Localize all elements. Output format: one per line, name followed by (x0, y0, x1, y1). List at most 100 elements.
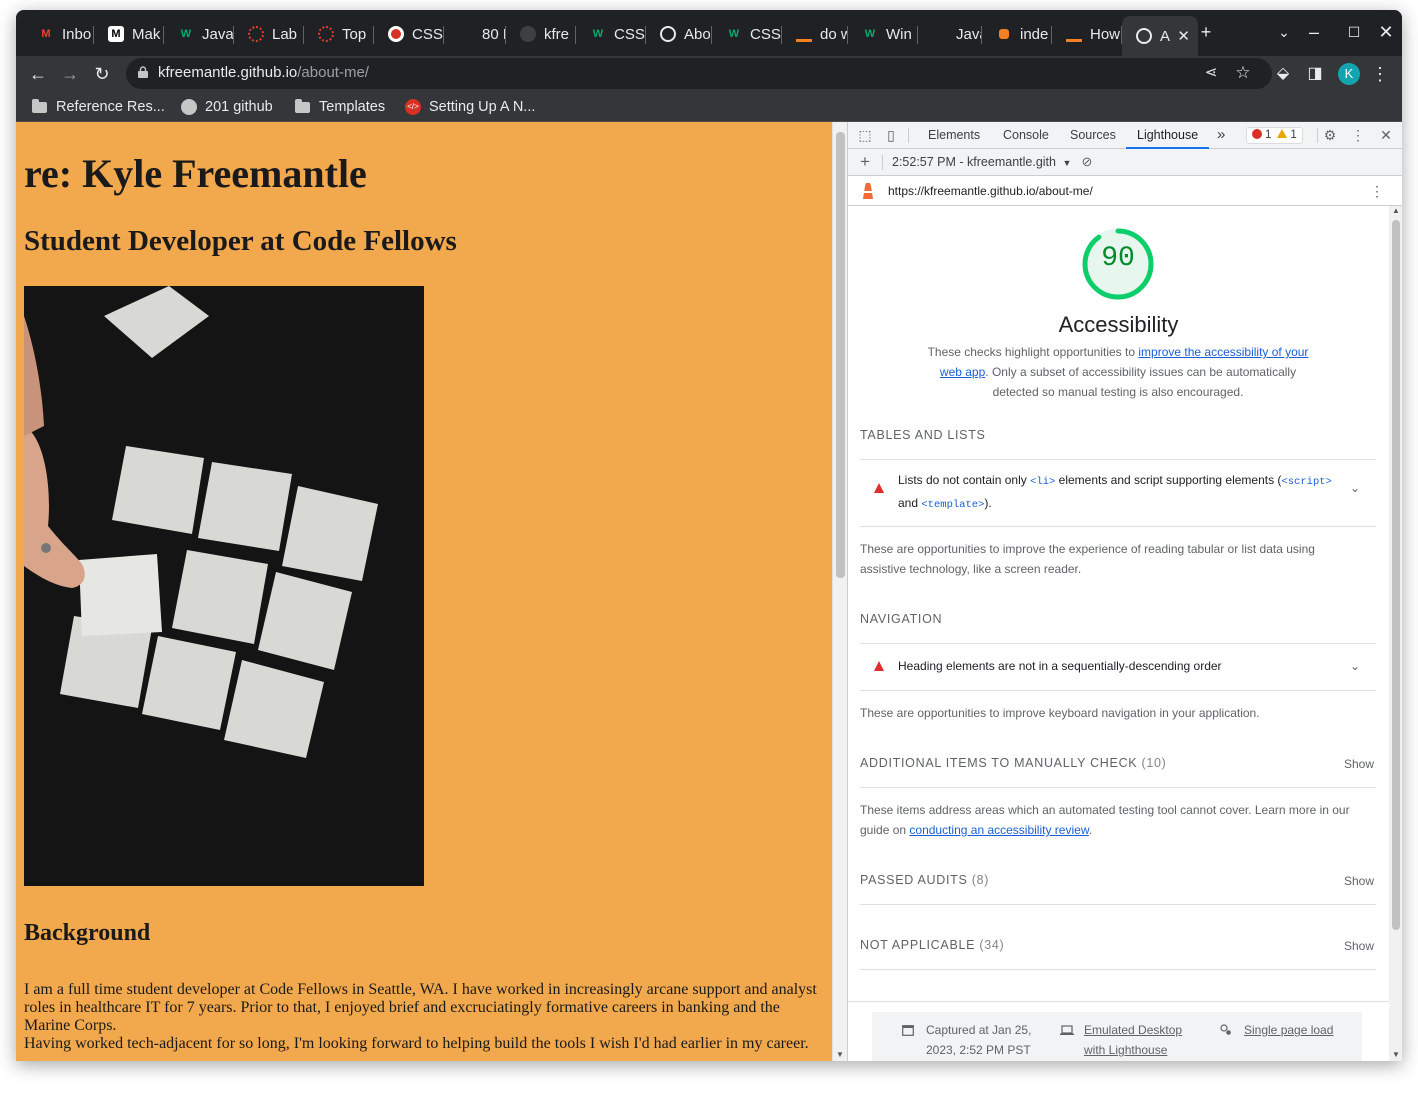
reload-icon[interactable]: ↻ (89, 61, 115, 87)
minimize-icon[interactable]: – (1302, 20, 1326, 44)
device-toolbar-icon[interactable]: ▯ (882, 126, 900, 144)
gmail-icon: M (41, 28, 51, 40)
browser-tab[interactable]: W Java (164, 20, 234, 48)
divider (860, 690, 1376, 691)
dropdown-caret-icon: ▼ (1062, 158, 1072, 168)
tab-search-chevron-icon[interactable]: ⌄ (1272, 20, 1296, 44)
tab-label: A (1160, 27, 1171, 45)
manual-show-button[interactable]: Show (1344, 757, 1374, 771)
divider (860, 643, 1376, 644)
audit-text: elements and script supporting elements … (1055, 473, 1282, 487)
side-panel-icon[interactable]: ◨ (1302, 61, 1328, 87)
tab-label: CSS (614, 25, 645, 43)
browser-tab[interactable]: How (1052, 20, 1122, 48)
audit-text: ). (984, 496, 992, 510)
scroll-down-arrow-icon[interactable]: ▼ (1392, 1050, 1400, 1059)
scroll-up-arrow-icon[interactable]: ▲ (1392, 206, 1400, 215)
browser-tab[interactable]: Top (304, 20, 374, 48)
bookmark-201-github[interactable]: 201 github (181, 96, 273, 118)
w3-icon: W (728, 28, 740, 40)
close-window-icon[interactable]: ✕ (1374, 20, 1398, 44)
browser-tab[interactable]: Lab (234, 20, 304, 48)
bookmark-setting-up[interactable]: </> Setting Up A N... (405, 96, 535, 118)
browser-tab[interactable]: Java (918, 20, 982, 48)
dark-icon (932, 26, 948, 42)
accessibility-review-link[interactable]: conducting an accessibility review (909, 823, 1088, 837)
audit-heading-order[interactable]: Heading elements are not in a sequential… (860, 656, 1376, 678)
audit-text: Lists do not contain only (898, 473, 1031, 487)
address-bar[interactable]: kfreemantle.github.io/about-me/ ⋖ ☆ (126, 58, 1272, 89)
settings-gear-icon[interactable]: ⚙ (1321, 126, 1339, 144)
folder-icon (295, 98, 310, 113)
browser-tab[interactable]: do w (782, 20, 848, 48)
report-scrollbar-thumb[interactable] (1392, 220, 1400, 930)
w3-icon: W (864, 28, 876, 40)
group-not-applicable-title[interactable]: NOT APPLICABLE (34) (860, 938, 1004, 952)
report-scrollbar[interactable]: ▲ ▼ (1389, 206, 1402, 1061)
chevron-down-icon[interactable]: ⌄ (1350, 656, 1360, 677)
group-passed-title[interactable]: PASSED AUDITS (8) (860, 873, 989, 887)
group-manual-title[interactable]: ADDITIONAL ITEMS TO MANUALLY CHECK (10) (860, 756, 1167, 770)
page-scrollbar[interactable]: ▼ (832, 122, 847, 1061)
browser-tab[interactable]: Abo (646, 20, 712, 48)
inspect-element-icon[interactable]: ⬚ (856, 126, 874, 144)
report-url-bar: https://kfreemantle.github.io/about-me/ … (848, 176, 1402, 206)
extensions-puzzle-icon[interactable]: ⬙ (1270, 61, 1296, 87)
more-tabs-button[interactable]: » (1217, 122, 1225, 149)
tab-label: Java (202, 25, 234, 43)
profile-avatar[interactable]: K (1338, 63, 1360, 85)
report-url[interactable]: https://kfreemantle.github.io/about-me/ (888, 184, 1093, 198)
tab-elements[interactable]: Elements (928, 122, 980, 149)
report-select[interactable]: 2:52:57 PM - kfreemantle.gith ▼ (892, 155, 1071, 169)
bookmark-reference-folder[interactable]: Reference Res... (32, 96, 165, 118)
bookmark-templates-folder[interactable]: Templates (295, 96, 385, 118)
forward-arrow-icon[interactable]: → (57, 61, 83, 87)
browser-tab[interactable]: M Mak (94, 20, 164, 48)
new-report-plus-icon[interactable]: + (856, 153, 874, 171)
background-heading: Background (24, 920, 151, 946)
group-tables-description: These are opportunities to improve the e… (860, 542, 1315, 576)
audit-list-items[interactable]: Lists do not contain only <li> elements … (860, 470, 1376, 516)
close-devtools-icon[interactable]: ✕ (1377, 126, 1395, 144)
w3-icon: W (592, 28, 604, 40)
divider (860, 459, 1376, 460)
page-scrollbar-thumb[interactable] (836, 132, 845, 578)
tab-lighthouse[interactable]: Lighthouse (1126, 122, 1210, 149)
passed-show-button[interactable]: Show (1344, 874, 1374, 888)
url-host: kfreemantle.github.io (158, 64, 298, 81)
report-menu-icon[interactable]: ⋮ (1368, 182, 1386, 200)
browser-tab[interactable]: W Win (848, 20, 918, 48)
share-icon[interactable]: ⋖ (1198, 60, 1224, 86)
close-tab-icon[interactable]: ✕ (1177, 27, 1190, 45)
browser-tab[interactable]: W CSS (576, 20, 646, 48)
browser-tab[interactable]: inde (982, 20, 1052, 48)
scroll-down-arrow-icon[interactable]: ▼ (836, 1050, 844, 1059)
runtime-settings-footer: Captured at Jan 25, 2023, 2:52 PM PST Em… (872, 1012, 1362, 1061)
browser-tab[interactable]: CSS (374, 20, 444, 48)
tab-console[interactable]: Console (1003, 122, 1049, 149)
clear-all-icon[interactable]: ⊘ (1078, 153, 1096, 171)
canvas-icon (248, 26, 264, 42)
tab-label: 80 E (482, 25, 506, 43)
browser-tab[interactable]: kfre (506, 20, 576, 48)
devtools-menu-icon[interactable]: ⋮ (1349, 126, 1367, 144)
browser-tab[interactable]: 80 E (444, 20, 506, 48)
bookmark-star-icon[interactable]: ☆ (1230, 60, 1256, 86)
kebab-menu-icon[interactable]: ⋮ (1367, 61, 1393, 87)
github-icon (181, 99, 197, 115)
back-arrow-icon[interactable]: ← (25, 61, 51, 87)
maximize-icon[interactable]: ☐ (1342, 20, 1366, 44)
browser-tab[interactable]: M Inbo (24, 20, 94, 48)
group-count: (8) (971, 873, 990, 887)
accessibility-score: 90 (1101, 243, 1135, 274)
issues-counter[interactable]: 11 (1246, 127, 1303, 144)
chevron-down-icon[interactable]: ⌄ (1350, 478, 1360, 499)
browser-tab[interactable]: A ✕ (1122, 16, 1198, 56)
browser-tab[interactable]: W CSS (712, 20, 782, 48)
group-label: ADDITIONAL ITEMS TO MANUALLY CHECK (860, 756, 1138, 770)
new-tab-button[interactable]: + (1194, 20, 1218, 44)
lighthouse-toolbar: + 2:52:57 PM - kfreemantle.gith ▼ ⊘ (848, 149, 1402, 176)
not-applicable-show-button[interactable]: Show (1344, 939, 1374, 953)
tab-sources[interactable]: Sources (1070, 122, 1116, 149)
group-label: NOT APPLICABLE (860, 938, 976, 952)
